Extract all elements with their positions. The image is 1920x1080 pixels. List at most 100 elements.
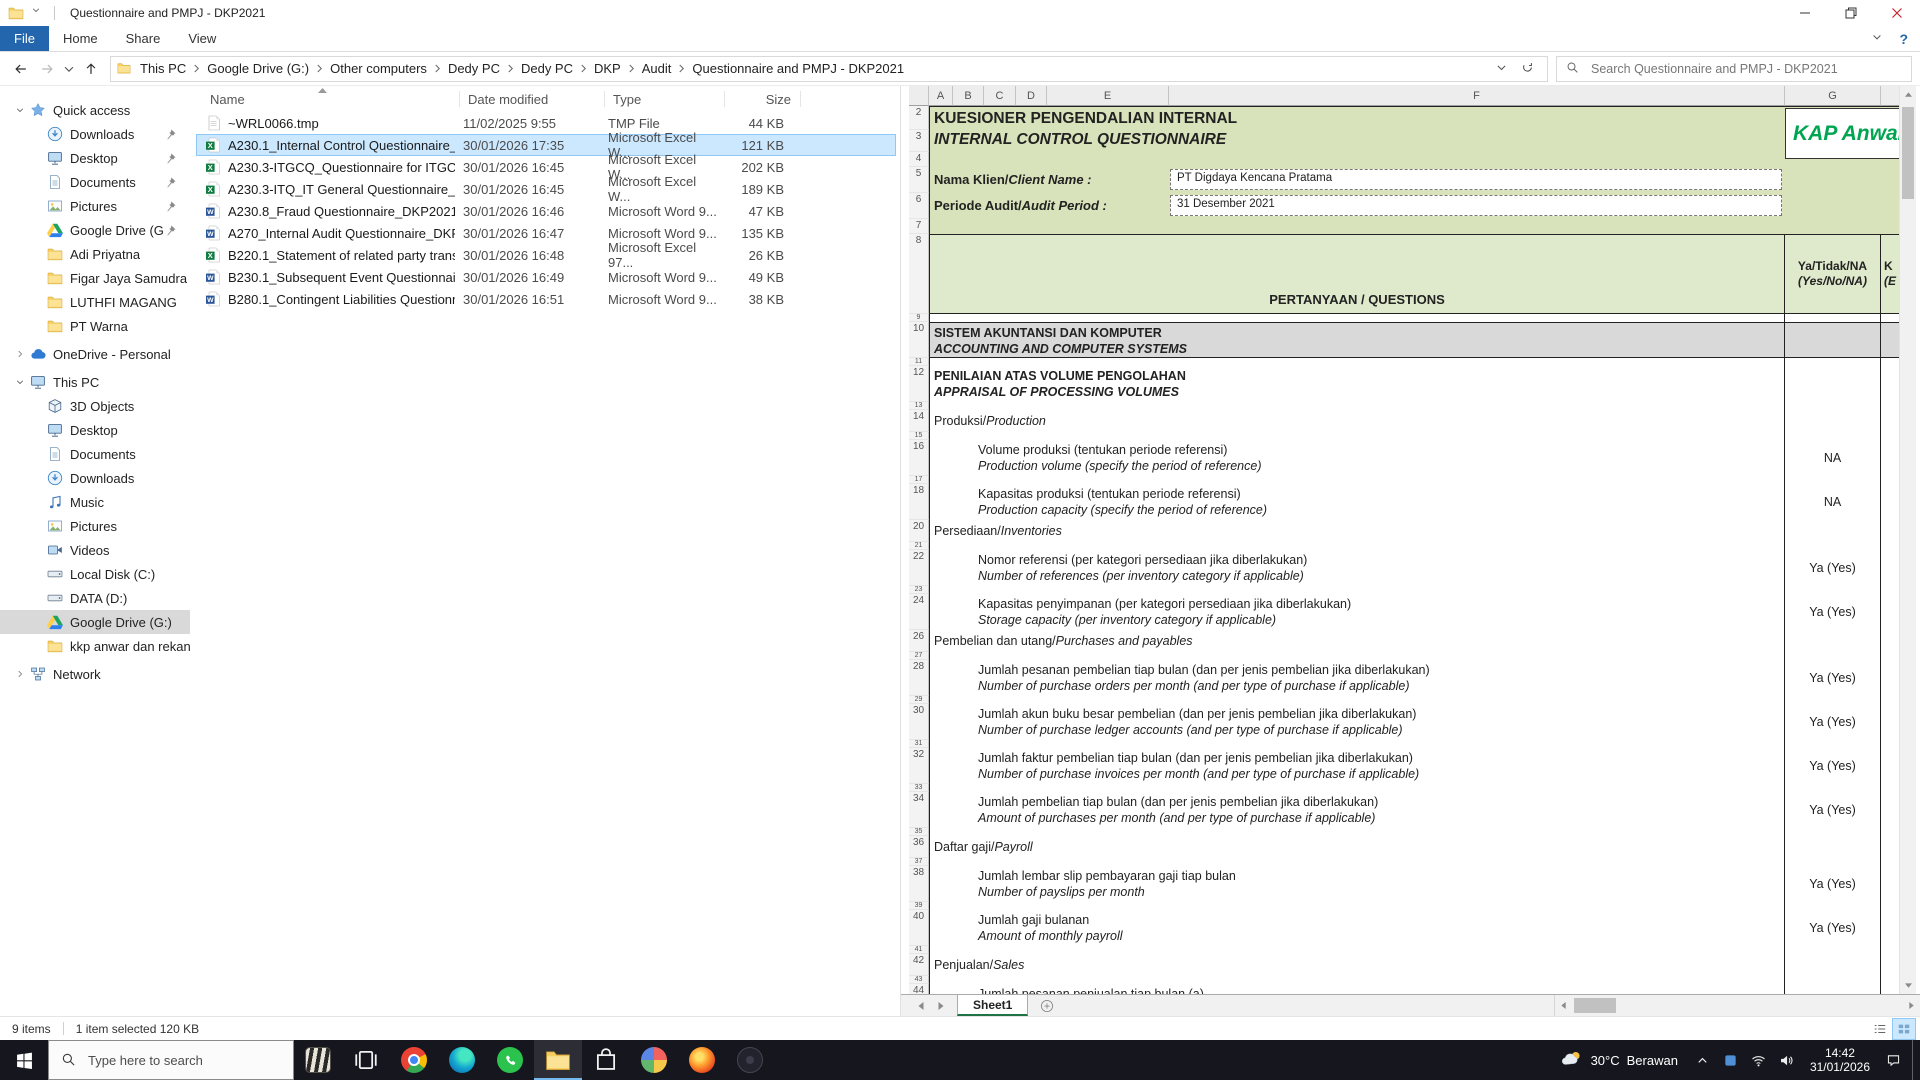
horizontal-scrollbar-thumb[interactable] [1574,998,1616,1013]
chevron-down-icon[interactable] [12,377,28,387]
address-dropdown-icon[interactable] [1495,61,1511,77]
recent-locations-chevron-icon[interactable] [60,56,78,82]
file-row-a230-3-itgcq-questionnaire-for-itgc-dk[interactable]: XA230.3-ITGCQ_Questionnaire for ITGC_DK.… [196,156,896,178]
taskbar-app-file-explorer[interactable] [534,1040,582,1080]
file-row-b220-1-statement-of-related-party-transac[interactable]: XB220.1_Statement of related party trans… [196,244,896,266]
sidebar-section-quick-access[interactable]: Quick access [0,98,190,122]
search-box[interactable] [1556,56,1912,82]
close-button[interactable] [1874,0,1920,26]
sheet-nav-right-icon[interactable] [931,995,951,1016]
file-row-a230-1-internal-control-questionnaire-d[interactable]: XA230.1_Internal Control Questionnaire_D… [196,134,896,156]
file-row-a270-internal-audit-questionnaire-dkp2[interactable]: WA270_Internal Audit Questionnaire_DKP2.… [196,222,896,244]
chevron-right-icon[interactable] [316,63,323,74]
sidebar-item-google-drive-g[interactable]: Google Drive (G:) [0,218,190,242]
column-header-size[interactable]: Size [725,86,801,112]
sidebar-section-network[interactable]: Network [0,662,190,686]
breadcrumb[interactable]: This PC Google Drive (G:) Other computers D… [110,56,1548,82]
taskbar-app-chrome[interactable] [390,1040,438,1080]
breadcrumb-item-audit[interactable]: Audit [635,61,679,76]
sidebar-item-3d-objects[interactable]: 3D Objects [0,394,190,418]
sidebar-item-pt-warna[interactable]: PT Warna [0,314,190,338]
column-header-type[interactable]: Type [605,86,725,112]
file-row-b230-1-subsequent-event-questionnaire[interactable]: WB230.1_Subsequent Event Questionnaire_.… [196,266,896,288]
restore-button[interactable] [1828,0,1874,26]
breadcrumb-item-google-drive-g[interactable]: Google Drive (G:) [200,61,316,76]
sidebar-item-adi-priyatna[interactable]: Adi Priyatna [0,242,190,266]
breadcrumb-item-this-pc[interactable]: This PC [133,61,193,76]
collapse-ribbon-icon[interactable] [1871,31,1887,47]
chevron-right-icon[interactable] [507,63,514,74]
sidebar-item-kkp-anwar-dan-rekan-1[interactable]: kkp anwar dan rekan (\\1 [0,634,190,658]
back-button[interactable] [8,56,34,82]
taskbar-app-dark-app[interactable] [726,1040,774,1080]
taskbar-app-firefox[interactable] [678,1040,726,1080]
menu-share[interactable]: Share [112,26,175,51]
sidebar-item-music[interactable]: Music [0,490,190,514]
up-button[interactable] [78,56,104,82]
chevron-right-icon[interactable] [628,63,635,74]
column-divider[interactable] [800,91,801,107]
taskbar-app-store[interactable] [582,1040,630,1080]
sidebar-item-luthfi-magang[interactable]: LUTHFI MAGANG [0,290,190,314]
sidebar-item-pictures[interactable]: Pictures [0,514,190,538]
preview-vertical-scrollbar[interactable] [1899,86,1916,994]
sidebar-item-videos[interactable]: Videos [0,538,190,562]
breadcrumb-item-questionnaire-and-pmpj-dkp2021[interactable]: Questionnaire and PMPJ - DKP2021 [685,61,911,76]
chevron-right-icon[interactable] [193,63,200,74]
breadcrumb-item-dedy-pc[interactable]: Dedy PC [441,61,507,76]
taskbar-search[interactable] [48,1040,294,1080]
menu-file[interactable]: File [0,26,49,51]
scroll-up-icon[interactable] [1900,86,1916,103]
file-row-wrl0066-tmp[interactable]: ~WRL0066.tmp11/02/2025 9:55TMP File44 KB [196,112,896,134]
taskbar-search-input[interactable] [86,1052,293,1069]
taskbar-app-color-app[interactable] [630,1040,678,1080]
chevron-right-icon[interactable] [580,63,587,74]
preview-horizontal-scrollbar[interactable] [1554,995,1920,1016]
sidebar-section-onedrive-personal[interactable]: OneDrive - Personal [0,342,190,366]
sheet-tab-sheet1[interactable]: Sheet1 [957,995,1028,1016]
file-row-a230-8-fraud-questionnaire-dkp2021[interactable]: WA230.8_Fraud Questionnaire_DKP202130/01… [196,200,896,222]
vertical-scrollbar-thumb[interactable] [1902,107,1914,199]
chevron-right-icon[interactable] [678,63,685,74]
minimize-button[interactable] [1782,0,1828,26]
sidebar-item-google-drive-g[interactable]: Google Drive (G:) [0,610,190,634]
chevron-down-icon[interactable] [12,105,28,115]
taskbar-clock[interactable]: 14:42 31/01/2026 [1801,1046,1879,1074]
breadcrumb-item-other-computers[interactable]: Other computers [323,61,434,76]
scroll-right-icon[interactable] [1903,995,1920,1016]
sidebar-item-local-disk-c[interactable]: Local Disk (C:) [0,562,190,586]
sidebar-item-figar-jaya-samudra[interactable]: Figar Jaya Samudra [0,266,190,290]
sidebar-item-documents[interactable]: Documents [0,170,190,194]
action-center-button[interactable] [1879,1040,1907,1080]
network-icon[interactable] [1745,1040,1773,1080]
column-header-name[interactable]: Name [190,86,460,112]
tray-app-icon[interactable] [1717,1040,1745,1080]
taskbar-app-task-view[interactable] [342,1040,390,1080]
forward-button[interactable] [34,56,60,82]
column-header-date-modified[interactable]: Date modified [460,86,605,112]
sidebar-item-downloads[interactable]: Downloads [0,122,190,146]
start-button[interactable] [0,1040,48,1080]
sidebar-item-data-d[interactable]: DATA (D:) [0,586,190,610]
show-desktop-button[interactable] [1912,1040,1920,1080]
scroll-left-icon[interactable] [1555,995,1572,1016]
chevron-right-icon[interactable] [12,669,28,679]
refresh-icon[interactable] [1521,61,1537,77]
sidebar-item-documents[interactable]: Documents [0,442,190,466]
taskbar-app-whatsapp[interactable] [486,1040,534,1080]
chevron-right-icon[interactable] [12,349,28,359]
menu-home[interactable]: Home [49,26,112,51]
volume-icon[interactable] [1773,1040,1801,1080]
file-row-a230-3-itq-it-general-questionnaire-dk[interactable]: XA230.3-ITQ_IT General Questionnaire_DK.… [196,178,896,200]
search-input[interactable] [1589,61,1902,77]
scroll-down-icon[interactable] [1900,977,1916,994]
details-view-button[interactable] [1868,1018,1892,1040]
sidebar-item-pictures[interactable]: Pictures [0,194,190,218]
new-sheet-icon[interactable] [1040,995,1054,1016]
sheet-nav-left-icon[interactable] [911,995,931,1016]
thumbnails-view-button[interactable] [1892,1018,1916,1040]
sidebar-item-desktop[interactable]: Desktop [0,418,190,442]
help-icon[interactable]: ? [1899,31,1908,47]
weather-widget[interactable]: 30°C Berawan [1549,1040,1689,1080]
chevron-right-icon[interactable] [434,63,441,74]
